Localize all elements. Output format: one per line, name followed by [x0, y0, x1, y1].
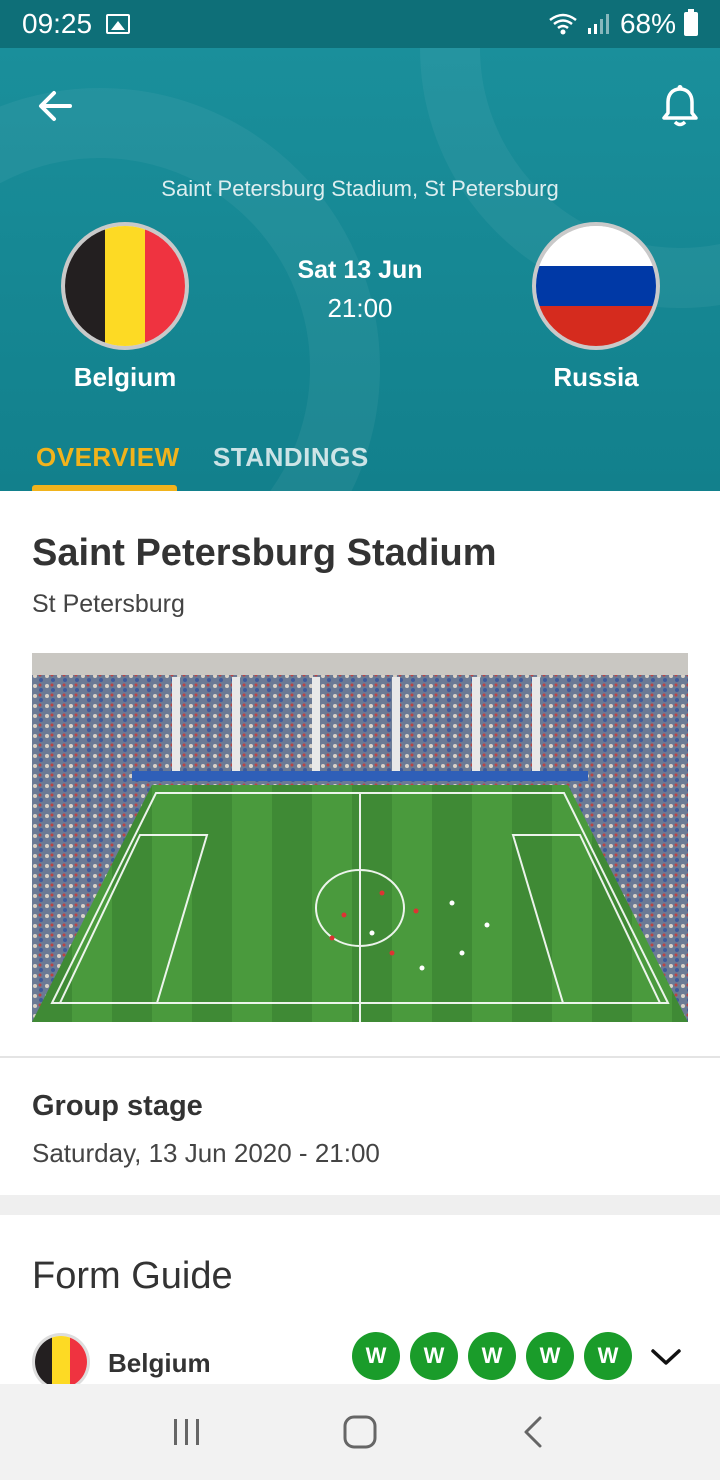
away-team[interactable]: Russia — [531, 222, 661, 393]
result-badge: W — [352, 1332, 400, 1380]
stadium-city: St Petersburg — [32, 590, 185, 618]
form-guide-title: Form Guide — [32, 1255, 233, 1297]
stage-title: Group stage — [32, 1090, 203, 1122]
home-team-name: Belgium — [73, 362, 177, 392]
signal-icon — [587, 14, 609, 34]
venue-line: Saint Petersburg Stadium, St Petersburg — [161, 176, 559, 201]
result-badge: W — [410, 1332, 458, 1380]
recent-apps-button[interactable] — [157, 1407, 217, 1457]
stadium-photo — [32, 653, 688, 1022]
back-chevron-icon — [524, 1416, 542, 1448]
belgium-flag-icon — [61, 222, 189, 350]
match-kickoff: 21:00 — [327, 293, 393, 323]
away-team-name: Russia — [553, 362, 639, 392]
active-tab-indicator — [32, 485, 177, 491]
form-team-name: Belgium — [108, 1348, 211, 1378]
result-badge: W — [468, 1332, 516, 1380]
status-time: 09:25 — [22, 8, 93, 39]
expand-button[interactable] — [648, 1342, 684, 1372]
wifi-icon — [549, 13, 577, 35]
home-team[interactable]: Belgium — [60, 222, 190, 393]
tab-standings[interactable]: STANDINGS — [213, 442, 369, 473]
result-badge: W — [584, 1332, 632, 1380]
stage-datetime: Saturday, 13 Jun 2020 - 21:00 — [32, 1138, 380, 1168]
belgium-flag-icon — [32, 1333, 90, 1391]
bell-icon — [662, 85, 698, 127]
home-button[interactable] — [330, 1407, 390, 1457]
form-results: W W W W W — [352, 1332, 632, 1380]
russia-flag-icon — [532, 222, 660, 350]
stadium-name: Saint Petersburg Stadium — [32, 532, 497, 574]
system-nav-bar — [0, 1384, 720, 1480]
recent-apps-icon — [173, 1419, 199, 1445]
home-icon — [343, 1415, 377, 1449]
section-divider — [0, 1056, 720, 1058]
notification-bell-button[interactable] — [660, 84, 700, 128]
battery-icon — [684, 9, 698, 36]
result-badge: W — [526, 1332, 574, 1380]
match-header: Saint Petersburg Stadium, St Petersburg … — [0, 48, 720, 491]
image-notification-icon — [106, 14, 131, 34]
section-separator — [0, 1195, 720, 1215]
status-bar: 09:25 68% — [0, 0, 720, 48]
system-back-button[interactable] — [503, 1407, 563, 1457]
form-guide-row[interactable]: Belgium W W W W W — [32, 1330, 688, 1391]
match-date: Sat 13 Jun — [297, 256, 423, 284]
back-button[interactable] — [34, 84, 78, 128]
tab-overview[interactable]: OVERVIEW — [36, 442, 180, 473]
chevron-down-icon — [651, 1349, 681, 1365]
battery-percentage: 68% — [619, 8, 676, 39]
tab-bar: OVERVIEW STANDINGS — [0, 436, 720, 491]
match-time-block: Sat 13 Jun 21:00 — [240, 256, 480, 324]
arrow-back-icon — [39, 91, 72, 121]
